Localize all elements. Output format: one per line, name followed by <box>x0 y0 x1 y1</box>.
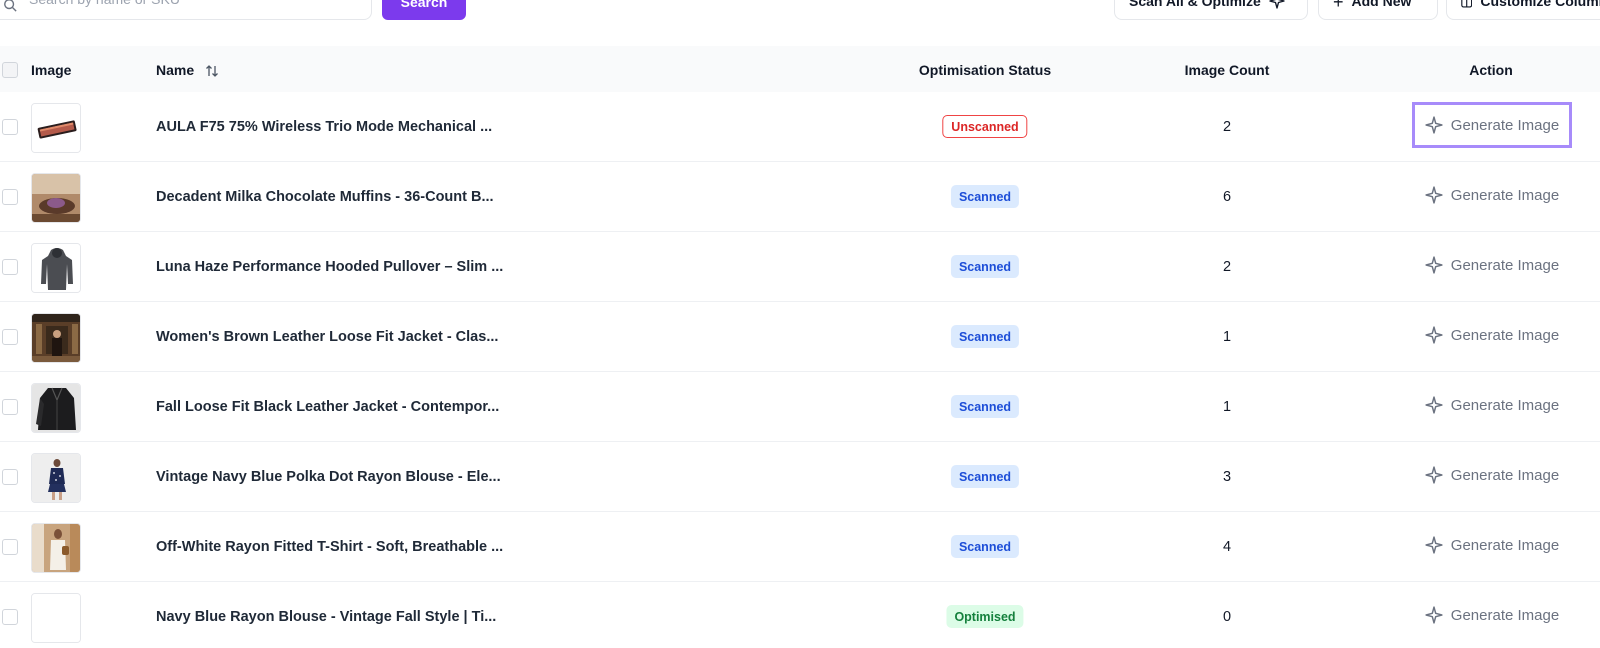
product-thumbnail <box>31 103 81 153</box>
status-badge: Scanned <box>950 185 1020 208</box>
product-thumbnail <box>31 523 81 573</box>
product-name[interactable]: Off-White Rayon Fitted T-Shirt - Soft, B… <box>156 539 503 555</box>
generate-image-button[interactable]: Generate Image <box>1412 312 1572 358</box>
generate-image-button[interactable]: Generate Image <box>1412 172 1572 218</box>
table-row[interactable]: Off-White Rayon Fitted T-Shirt - Soft, B… <box>0 512 1600 582</box>
customize-columns-label: Customize Columns <box>1480 0 1600 9</box>
product-name[interactable]: Vintage Navy Blue Polka Dot Rayon Blouse… <box>156 469 501 485</box>
generate-image-label: Generate Image <box>1450 536 1560 554</box>
table-header: Image Name Optimisation Status Image Cou… <box>0 46 1600 92</box>
product-thumbnail <box>31 453 81 503</box>
sparkle-icon <box>1425 256 1443 274</box>
image-count: 2 <box>1222 259 1232 275</box>
product-name[interactable]: Fall Loose Fit Black Leather Jacket - Co… <box>156 399 499 415</box>
sparkle-icon <box>1425 606 1443 624</box>
generate-image-label: Generate Image <box>1450 326 1560 344</box>
generate-image-button[interactable]: Generate Image <box>1412 592 1572 638</box>
product-thumbnail <box>31 593 81 643</box>
table-row[interactable]: Luna Haze Performance Hooded Pullover – … <box>0 232 1600 302</box>
row-checkbox[interactable] <box>2 329 18 345</box>
generate-image-label: Generate Image <box>1450 466 1560 484</box>
search-button[interactable]: Search <box>382 0 466 20</box>
header-image: Image <box>31 62 72 78</box>
generate-image-button[interactable]: Generate Image <box>1412 522 1572 568</box>
search-box[interactable] <box>0 0 372 20</box>
add-new-button[interactable]: + Add New <box>1318 0 1438 20</box>
generate-image-button[interactable]: Generate Image <box>1412 452 1572 498</box>
product-thumbnail <box>31 313 81 363</box>
products-table: Image Name Optimisation Status Image Cou… <box>0 46 1600 648</box>
row-checkbox[interactable] <box>2 469 18 485</box>
select-all-checkbox[interactable] <box>2 62 18 78</box>
sort-icon[interactable] <box>204 63 220 79</box>
columns-icon <box>1461 0 1473 8</box>
sparkle-icon <box>1425 466 1443 484</box>
product-name[interactable]: Decadent Milka Chocolate Muffins - 36-Co… <box>156 189 494 205</box>
generate-image-label: Generate Image <box>1450 606 1560 624</box>
search-icon <box>4 0 17 12</box>
table-row[interactable]: Women's Brown Leather Loose Fit Jacket -… <box>0 302 1600 372</box>
row-checkbox[interactable] <box>2 189 18 205</box>
toolbar: Search Scan All & Optimize + Add New Cus… <box>0 0 1600 22</box>
row-checkbox[interactable] <box>2 119 18 135</box>
search-input[interactable] <box>29 0 329 7</box>
product-name[interactable]: AULA F75 75% Wireless Trio Mode Mechanic… <box>156 119 492 135</box>
sparkle-icon <box>1425 396 1443 414</box>
sparkle-icon <box>1425 326 1443 344</box>
product-thumbnail <box>31 243 81 293</box>
scan-all-optimize-button[interactable]: Scan All & Optimize <box>1114 0 1308 20</box>
generate-image-label: Generate Image <box>1450 186 1560 204</box>
row-checkbox[interactable] <box>2 539 18 555</box>
image-count: 6 <box>1222 189 1232 205</box>
generate-image-label: Generate Image <box>1450 396 1560 414</box>
header-action: Action <box>1469 62 1513 78</box>
product-name[interactable]: Navy Blue Rayon Blouse - Vintage Fall St… <box>156 609 496 625</box>
plus-icon: + <box>1333 0 1344 12</box>
image-count: 0 <box>1222 609 1232 625</box>
customize-columns-button[interactable]: Customize Columns <box>1446 0 1600 20</box>
header-name[interactable]: Name <box>156 62 220 79</box>
image-count: 1 <box>1222 399 1232 415</box>
image-count: 1 <box>1222 329 1232 345</box>
product-thumbnail <box>31 173 81 223</box>
status-badge: Scanned <box>950 325 1020 348</box>
generate-image-button[interactable]: Generate Image <box>1412 382 1572 428</box>
status-badge: Scanned <box>950 395 1020 418</box>
image-count: 2 <box>1222 119 1232 135</box>
sparkle-icon <box>1269 0 1285 9</box>
status-badge: Scanned <box>950 535 1020 558</box>
row-checkbox[interactable] <box>2 399 18 415</box>
image-count: 4 <box>1222 539 1232 555</box>
generate-image-label: Generate Image <box>1450 256 1560 274</box>
generate-image-button[interactable]: Generate Image <box>1412 242 1572 288</box>
product-thumbnail <box>31 383 81 433</box>
status-badge: Scanned <box>950 255 1020 278</box>
product-name[interactable]: Luna Haze Performance Hooded Pullover – … <box>156 259 503 275</box>
status-badge: Optimised <box>946 605 1024 628</box>
table-row[interactable]: Vintage Navy Blue Polka Dot Rayon Blouse… <box>0 442 1600 512</box>
add-new-label: Add New <box>1351 0 1412 9</box>
header-optimisation-status: Optimisation Status <box>918 62 1052 78</box>
table-row[interactable]: Decadent Milka Chocolate Muffins - 36-Co… <box>0 162 1600 232</box>
generate-image-button[interactable]: Generate Image <box>1412 102 1572 148</box>
header-name-label: Name <box>156 62 195 78</box>
sparkle-icon <box>1425 186 1443 204</box>
table-row[interactable]: AULA F75 75% Wireless Trio Mode Mechanic… <box>0 92 1600 162</box>
image-count: 3 <box>1222 469 1232 485</box>
scan-all-label: Scan All & Optimize <box>1129 0 1261 9</box>
sparkle-icon <box>1425 116 1443 134</box>
generate-image-label: Generate Image <box>1450 116 1560 134</box>
table-row[interactable]: Fall Loose Fit Black Leather Jacket - Co… <box>0 372 1600 442</box>
table-row[interactable]: Navy Blue Rayon Blouse - Vintage Fall St… <box>0 582 1600 648</box>
status-badge: Scanned <box>950 465 1020 488</box>
sparkle-icon <box>1425 536 1443 554</box>
header-image-count: Image Count <box>1184 62 1270 78</box>
status-badge: Unscanned <box>942 115 1028 138</box>
product-name[interactable]: Women's Brown Leather Loose Fit Jacket -… <box>156 329 498 345</box>
row-checkbox[interactable] <box>2 259 18 275</box>
row-checkbox[interactable] <box>2 609 18 625</box>
